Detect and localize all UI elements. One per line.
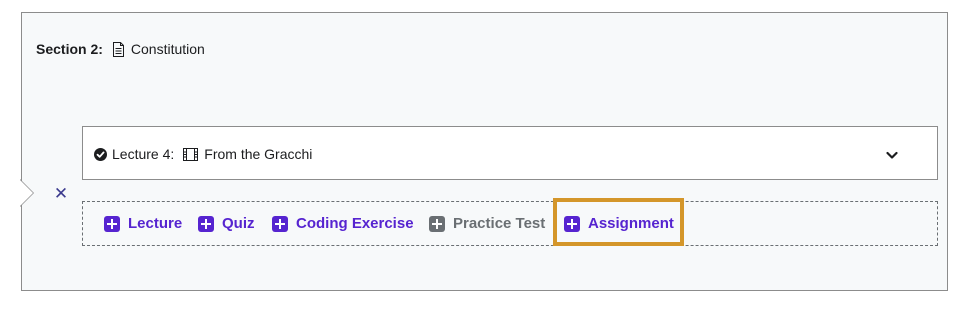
add-practice-test-button[interactable]: Practice Test (429, 215, 545, 232)
film-icon (183, 147, 199, 161)
add-assignment-label: Assignment (588, 215, 674, 232)
close-icon[interactable]: ✕ (53, 185, 69, 202)
lecture-item-content: Lecture 4: From the Gracchi (94, 146, 312, 162)
section-header: Section 2: Constitution (36, 41, 205, 57)
plus-square-icon (198, 215, 214, 232)
add-lecture-label: Lecture (128, 215, 183, 232)
add-quiz-button[interactable]: Quiz (198, 215, 255, 232)
add-assignment-button[interactable]: Assignment (564, 215, 674, 232)
add-curriculum-item-bar: Lecture Quiz Coding Exercise Practice Te… (82, 201, 938, 246)
add-quiz-label: Quiz (222, 215, 255, 232)
lecture-title: From the Gracchi (204, 146, 313, 162)
check-circle-icon (94, 147, 107, 161)
add-practice-test-label: Practice Test (453, 215, 546, 232)
add-coding-exercise-label: Coding Exercise (296, 215, 414, 232)
lecture-prefix: Lecture 4: (112, 146, 175, 162)
plus-square-icon (272, 215, 288, 232)
section-notch-fill (20, 180, 33, 206)
section-prefix: Section 2: (36, 41, 103, 57)
add-coding-exercise-button[interactable]: Coding Exercise (272, 215, 414, 232)
plus-square-icon (104, 215, 120, 232)
lecture-item[interactable]: Lecture 4: From the Gracchi (82, 126, 938, 180)
plus-square-icon (429, 215, 445, 232)
document-icon (112, 41, 125, 57)
chevron-down-icon[interactable] (885, 148, 899, 162)
section-title: Constitution (130, 41, 205, 57)
add-lecture-button[interactable]: Lecture (104, 215, 182, 232)
plus-square-icon (564, 215, 580, 232)
